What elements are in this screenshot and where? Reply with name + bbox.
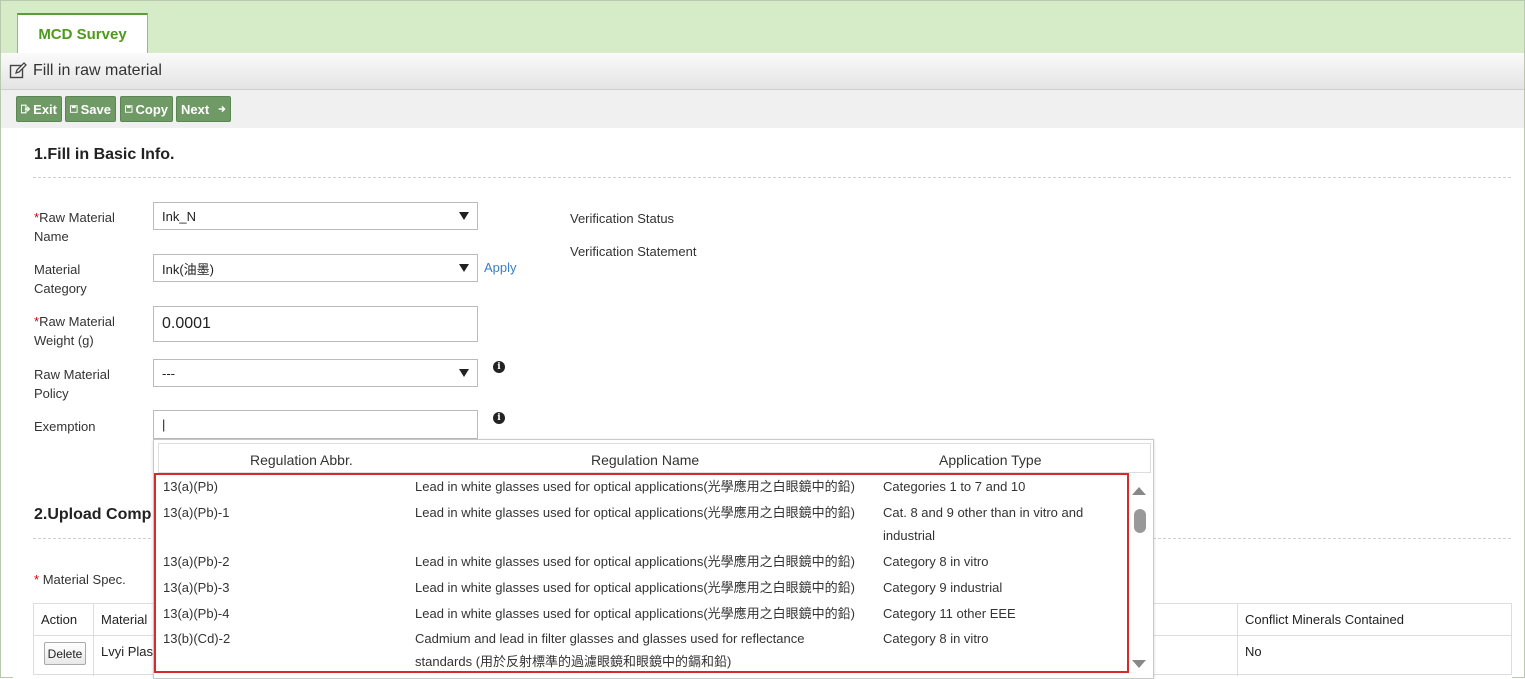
option-name-cont: standards (用於反射標準的過濾眼鏡和眼鏡中的鎘和鉛) [415,654,732,669]
option-type: Category 8 in vitro [883,554,989,569]
list-item[interactable]: 13(a)(Pb)-2 Lead in white glasses used f… [156,550,1127,574]
option-abbr: 13(a)(Pb)-4 [163,606,230,621]
required-mark: * [34,572,40,587]
delete-button[interactable]: Delete [44,642,86,665]
input-value: 0.0001 [162,315,211,332]
save-button[interactable]: Save [65,96,116,122]
arrow-right-icon [218,105,226,113]
exit-button[interactable]: Exit [16,96,62,122]
caret-down-icon [459,264,469,272]
option-name: Lead in white glasses used for optical a… [415,606,856,621]
page-title: Fill in raw material [33,62,162,79]
input-cursor: | [162,417,166,432]
option-type: Category 11 other EEE [883,606,1016,621]
list-item[interactable]: 13(a)(Pb)-4 Lead in white glasses used f… [156,602,1127,626]
raw-material-name-label: *Raw Material Name [34,208,134,246]
option-name: Lead in white glasses used for optical a… [415,580,856,595]
header-material: Material [101,612,148,627]
dropdown-options: 13(a)(Pb) Lead in white glasses used for… [154,473,1129,673]
caret-down-icon [459,212,469,220]
select-value: Ink(油墨) [162,261,215,277]
material-category-select[interactable]: Ink(油墨) [153,254,478,282]
header-application-type: Application Type [939,452,1042,468]
raw-material-policy-select[interactable]: --- [153,359,478,387]
list-item[interactable]: 13(a)(Pb)-1 Lead in white glasses used f… [156,501,1127,549]
option-type: Categories 1 to 7 and 10 [883,479,1026,494]
header-conflict-minerals: Conflict Minerals Contained [1245,612,1404,627]
raw-material-policy-label: Raw Material Policy [34,367,110,401]
list-item[interactable]: 13(a)(Pb)-3 Lead in white glasses used f… [156,576,1127,600]
option-abbr: 13(a)(Pb)-1 [163,505,230,520]
label-text: Raw Material Weight (g) [34,314,115,348]
exit-label: Exit [33,101,57,117]
column-divider [1237,604,1238,676]
option-name: Lead in white glasses used for optical a… [415,505,856,520]
column-divider [93,604,94,676]
list-item[interactable]: 13(b)(Cd)-2 Cadmium and lead in filter g… [156,627,1127,673]
copy-button[interactable]: Copy [120,96,173,122]
page-title-bar: Fill in raw material [1,53,1524,90]
option-name: Lead in white glasses used for optical a… [415,554,856,569]
section-upload-title: 2.Upload Comp [34,506,152,523]
exemption-dropdown: Regulation Abbr. Regulation Name Applica… [153,439,1154,679]
dropdown-header: Regulation Abbr. Regulation Name Applica… [158,443,1151,473]
option-type: Cat. 8 and 9 other than in vitro and [883,505,1084,520]
label-text: Raw Material Name [34,210,115,244]
select-value: --- [162,365,175,381]
exemption-label: Exemption [34,419,96,434]
row-conflict-minerals: No [1245,644,1262,659]
tab-bar: MCD Survey [1,1,1524,54]
row-material: Lvyi Plas [101,644,154,659]
header-regulation-name: Regulation Name [591,452,700,468]
section-basic-info-title: 1.Fill in Basic Info. [34,146,175,163]
apply-link[interactable]: Apply [484,260,517,275]
scrollbar-thumb[interactable] [1134,509,1146,533]
option-type: Category 8 in vitro [883,631,989,646]
edit-icon [9,62,27,79]
verification-status-label: Verification Status [570,211,675,226]
tab-mcd-survey[interactable]: MCD Survey [17,13,148,54]
caret-down-icon [459,369,469,377]
info-icon[interactable]: i [493,361,505,373]
header-regulation-abbr: Regulation Abbr. [250,452,353,468]
option-name: Cadmium and lead in filter glasses and g… [415,631,805,646]
next-label: Next [181,101,210,117]
select-value: Ink_N [162,208,196,224]
option-abbr: 13(a)(Pb)-2 [163,554,230,569]
option-type-cont: industrial [883,528,936,543]
option-type: Category 9 industrial [883,580,1003,595]
material-category-label: Material Category [34,262,87,296]
copy-label: Copy [135,101,169,117]
info-icon[interactable]: i [493,412,505,424]
next-button[interactable]: Next [176,96,231,122]
raw-material-name-select[interactable]: Ink_N [153,202,478,230]
list-item[interactable]: 13(a)(Pb) Lead in white glasses used for… [156,475,1127,499]
option-abbr: 13(a)(Pb) [163,479,218,494]
label-text: Material Spec. [42,572,126,587]
option-abbr: 13(b)(Cd)-2 [163,631,231,646]
header-action: Action [41,612,78,627]
scroll-up-icon[interactable] [1132,487,1146,495]
material-spec-label: * Material Spec. [34,570,126,589]
toolbar: Exit Save Copy Next [1,90,1524,128]
option-abbr: 13(a)(Pb)-3 [163,580,230,595]
floppy-icon [125,105,133,113]
save-label: Save [80,101,111,117]
floppy-icon [70,105,78,113]
verification-statement-label: Verification Statement [570,244,697,259]
divider [33,177,1511,178]
exit-icon [21,104,31,114]
raw-material-weight-label: *Raw Material Weight (g) [34,312,134,350]
raw-material-weight-input[interactable]: 0.0001 [153,306,478,342]
option-name: Lead in white glasses used for optical a… [415,479,856,494]
scroll-down-icon[interactable] [1132,660,1146,668]
exemption-input[interactable]: | [153,410,478,439]
